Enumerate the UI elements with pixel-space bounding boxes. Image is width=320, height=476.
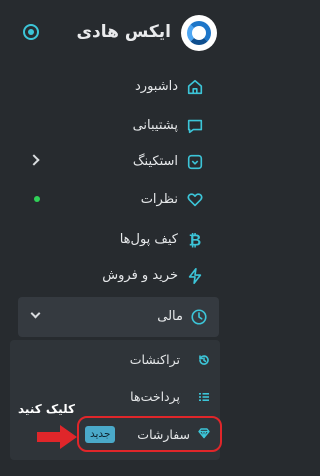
sidebar-item-trade[interactable]: خرید و فروش — [10, 257, 218, 295]
sidebar-item-label: پشتیبانی — [132, 118, 178, 133]
sidebar-item-finance[interactable]: مالی — [18, 297, 219, 337]
circle-logo-icon — [187, 21, 211, 45]
sidebar-item-label: کیف پول‌ها — [119, 232, 178, 247]
shield-icon — [187, 154, 203, 170]
sidebar-item-dashboard[interactable]: داشبورد — [10, 68, 218, 106]
sidebar-item-label: داشبورد — [135, 79, 178, 94]
logo[interactable] — [181, 15, 217, 51]
heart-icon — [187, 193, 203, 207]
app-title: ایکس هادی — [76, 22, 171, 42]
new-badge: جدید — [85, 426, 116, 443]
click-here-annotation: کلیک کنید — [18, 402, 75, 416]
sidebar-item-comments[interactable]: نظرات — [10, 181, 218, 219]
sidebar-item-wallets[interactable]: ₿ کیف پول‌ها — [10, 221, 218, 259]
red-arrow-icon — [37, 425, 77, 449]
chat-icon — [187, 119, 203, 134]
chevron-down-icon — [30, 308, 41, 319]
submenu-item-transactions[interactable]: تراکنشات — [10, 342, 220, 378]
sidebar-item-label: خرید و فروش — [102, 268, 178, 283]
sidebar-item-support[interactable]: پشتیبانی — [10, 107, 218, 145]
list-icon — [199, 393, 209, 401]
bolt-icon — [188, 267, 202, 285]
gem-icon — [198, 428, 210, 439]
clock-icon — [191, 309, 207, 325]
radio-toggle-icon[interactable] — [23, 24, 39, 40]
sidebar-item-label: استکینگ — [132, 154, 178, 169]
sidebar-item-label: مالی — [157, 309, 183, 324]
sidebar-item-label: نظرات — [140, 192, 178, 207]
status-indicator — [34, 196, 40, 202]
submenu-item-label: تراکنشات — [129, 352, 180, 367]
home-icon — [187, 79, 203, 95]
submenu-item-orders[interactable]: سفارشات جدید — [77, 416, 222, 452]
history-icon — [199, 355, 209, 365]
svg-text:₿: ₿ — [189, 231, 201, 249]
submenu-item-label: پرداخت‌ها — [130, 389, 180, 404]
sidebar-item-staking[interactable]: استکینگ — [10, 143, 218, 181]
chevron-left-icon — [28, 154, 40, 166]
submenu-item-label: سفارشات — [137, 427, 190, 442]
bitcoin-icon: ₿ — [189, 231, 201, 249]
